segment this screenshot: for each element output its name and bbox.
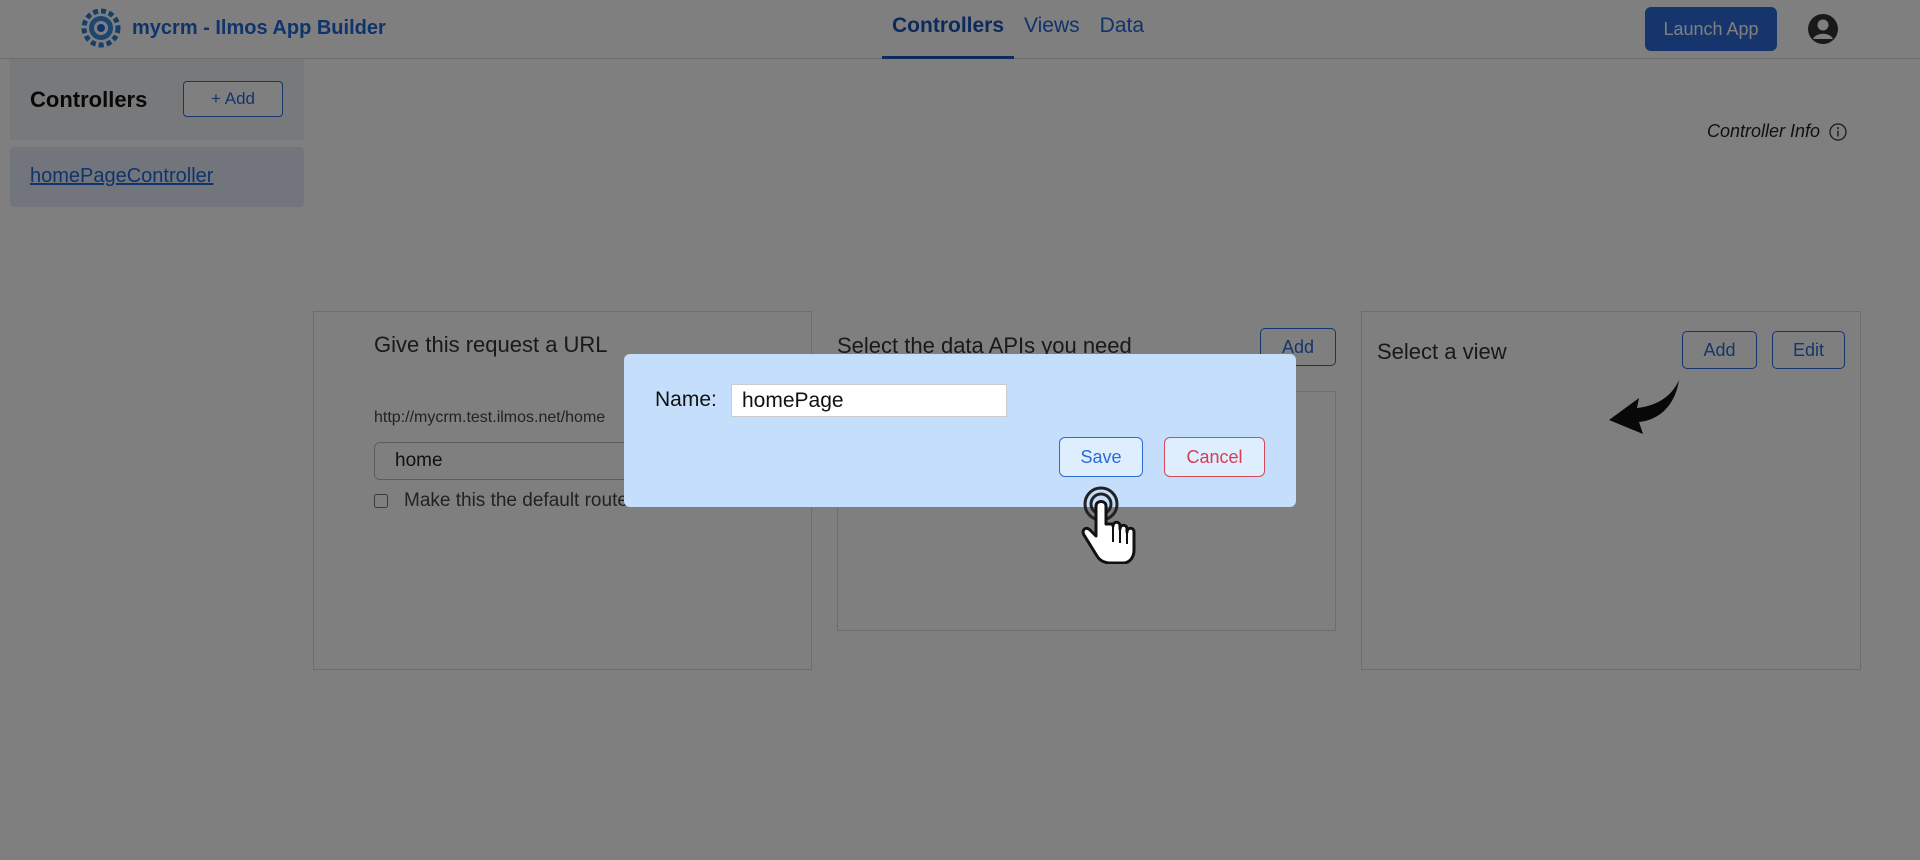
hand-pointer-cursor-icon	[1081, 486, 1136, 564]
name-dialog: Name: Save Cancel	[624, 354, 1296, 507]
save-button[interactable]: Save	[1059, 437, 1143, 477]
cancel-button[interactable]: Cancel	[1164, 437, 1265, 477]
name-label: Name:	[655, 388, 717, 411]
name-input[interactable]	[731, 384, 1007, 417]
